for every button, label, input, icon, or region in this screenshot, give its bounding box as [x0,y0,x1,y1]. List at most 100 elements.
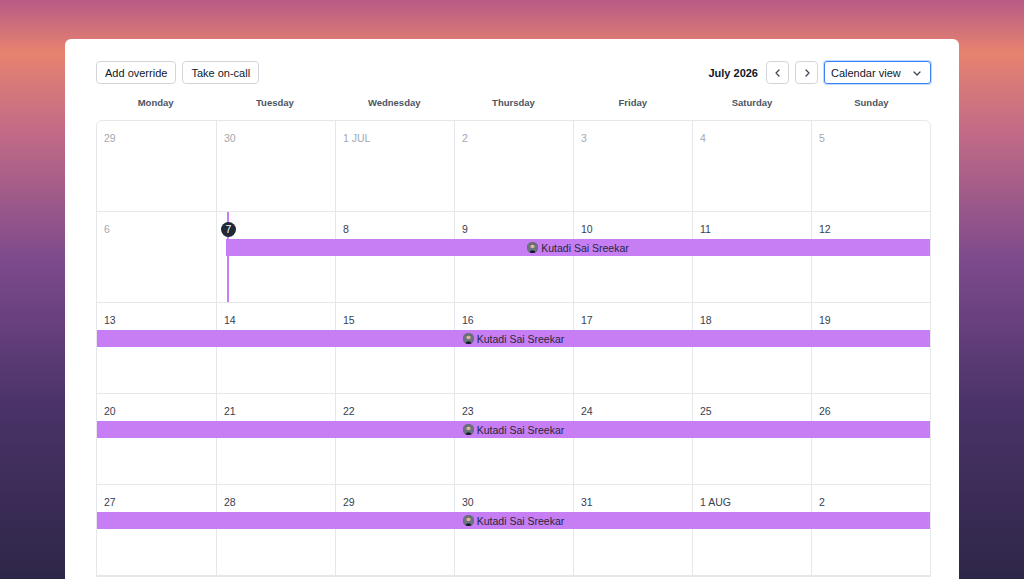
day-label: 14 [224,314,236,326]
next-month-button[interactable] [795,61,818,84]
day-number: 2 [462,131,468,146]
day-cell[interactable]: 3 [573,121,692,211]
day-cell[interactable]: 6 [97,212,216,302]
day-number: 9 [462,222,468,237]
day-cell[interactable]: 2 [454,121,573,211]
day-cell[interactable]: 11 [692,212,811,302]
day-cell[interactable]: 24 [573,394,692,484]
day-number: 26 [819,404,831,419]
day-cell[interactable]: 13 [97,303,216,393]
day-label: 21 [224,405,236,417]
day-label: 27 [104,496,116,508]
day-label: 2 [819,496,825,508]
on-call-event[interactable]: Kutadi Sai Sreekar [97,330,930,347]
weekday-header: Saturday [692,97,811,108]
day-number: 30 [224,131,236,146]
day-number: 22 [343,404,355,419]
day-label: 5 [819,132,825,144]
page: Add override Take on-call July 2026 Calenda… [0,0,1024,579]
day-number: 11 [700,222,711,237]
day-cell[interactable]: 27 [97,485,216,575]
day-cell[interactable]: 25 [692,394,811,484]
day-cell[interactable]: 23 [454,394,573,484]
event-name: Kutadi Sai Sreekar [541,242,629,254]
day-number: 25 [700,404,712,419]
week-row: 29 30 1 JUL 2 345 [97,121,930,212]
day-cell[interactable]: 28 [216,485,335,575]
view-select[interactable]: Calendar view [824,61,931,84]
event-span: Kutadi Sai Sreekar [97,421,930,438]
day-label: 30 [224,132,236,144]
day-cell[interactable]: 16 [454,303,573,393]
day-label: 11 [700,223,711,235]
chevron-right-icon [802,68,812,78]
day-label: 13 [104,314,116,326]
day-label: 16 [462,314,474,326]
day-label: 8 [343,223,349,235]
day-label: 26 [819,405,831,417]
day-cell[interactable]: 29 [335,485,454,575]
day-cell[interactable]: 4 [692,121,811,211]
weekday-header-row: MondayTuesdayWednesdayThursdayFridaySatu… [96,92,931,112]
day-cell[interactable]: 1 AUG [692,485,811,575]
day-cell[interactable]: 12 [811,212,930,302]
month-label: July 2026 [708,67,758,79]
day-cell[interactable]: 22 [335,394,454,484]
on-call-event[interactable]: Kutadi Sai Sreekar [97,421,930,438]
day-cell[interactable]: 18 [692,303,811,393]
day-number: 23 [462,404,474,419]
weekday-header: Thursday [454,97,573,108]
day-label: 18 [700,314,712,326]
week-row: 6 7 8 9 10 11 12 Kutadi Sai Sreekar [97,212,930,303]
day-cell[interactable]: 15 [335,303,454,393]
toolbar: Add override Take on-call July 2026 Calenda… [96,61,931,84]
day-number: 16 [462,313,474,328]
day-cell[interactable]: 2 [811,485,930,575]
day-label: 20 [104,405,116,417]
day-cell[interactable]: 31 [573,485,692,575]
on-call-event[interactable]: Kutadi Sai Sreekar [97,512,930,529]
take-on-call-button[interactable]: Take on-call [182,61,259,84]
day-number: 30 [462,495,474,510]
weekday-header: Sunday [812,97,931,108]
day-cell[interactable]: 8 [335,212,454,302]
day-number: 7 [221,222,236,237]
week-row: 13 14 15 16 17 18 19 Kutadi Sai Sreekar [97,303,930,394]
day-cell[interactable]: 26 [811,394,930,484]
add-override-button[interactable]: Add override [96,61,176,84]
day-label: 12 [819,223,831,235]
day-cell[interactable]: 14 [216,303,335,393]
day-number: 1 JUL [343,131,370,146]
day-cell[interactable]: 20 [97,394,216,484]
event-name: Kutadi Sai Sreekar [477,333,565,345]
day-cell[interactable]: 21 [216,394,335,484]
day-cell[interactable]: 29 [97,121,216,211]
week-row: 20 21 22 23 24 25 26 Kutadi Sai Sreekar [97,394,930,485]
day-cell[interactable]: 17 [573,303,692,393]
weekday-header: Friday [573,97,692,108]
day-label: 31 [581,496,593,508]
day-cell[interactable]: 19 [811,303,930,393]
day-number: 5 [819,131,825,146]
day-cell[interactable]: 1 JUL [335,121,454,211]
day-number: 13 [104,313,116,328]
previous-month-button[interactable] [766,61,789,84]
day-cell[interactable]: 30 [454,485,573,575]
on-call-event[interactable]: Kutadi Sai Sreekar [226,239,930,256]
day-cell[interactable]: 5 [811,121,930,211]
day-label: 1 JUL [343,132,370,144]
day-cell[interactable]: 9 [454,212,573,302]
day-label: 6 [104,223,110,235]
calendar-grid: 29301 JUL23456789101112Kutadi Sai Sreeka… [96,120,931,577]
week-row: 27 2829 30 31 1 AUG 2 Kutadi Sai Sreekar [97,485,930,576]
event-name: Kutadi Sai Sreekar [477,515,565,527]
day-label: 29 [104,132,116,144]
day-cell[interactable]: 30 [216,121,335,211]
day-number: 6 [104,222,110,237]
event-name: Kutadi Sai Sreekar [477,424,565,436]
day-label: 10 [581,223,593,235]
day-cell[interactable]: 7 [216,212,335,302]
day-cell[interactable]: 10 [573,212,692,302]
weekday-header: Wednesday [335,97,454,108]
day-number: 19 [819,313,831,328]
